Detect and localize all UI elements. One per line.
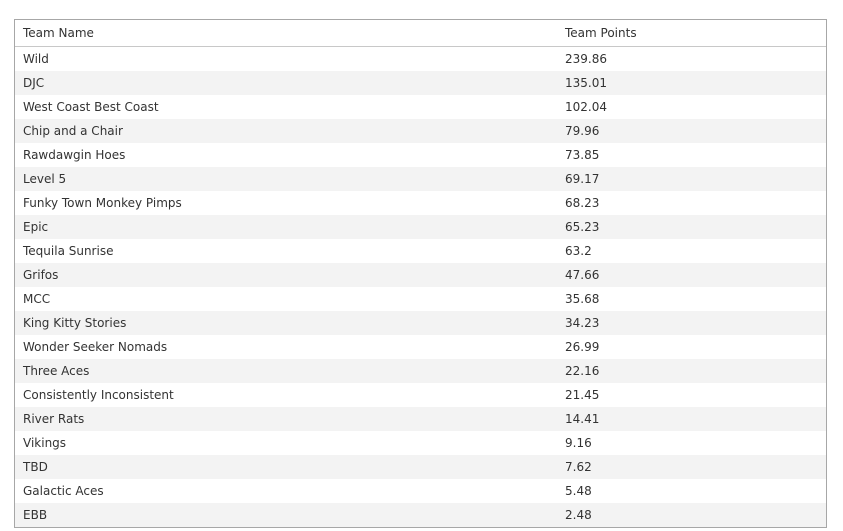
team-points-cell: 65.23: [557, 214, 826, 239]
team-points-cell: 47.66: [557, 262, 826, 287]
table-row: King Kitty Stories 34.23: [15, 310, 826, 335]
team-name-cell: Three Aces: [15, 358, 557, 383]
team-name-cell: Chip and a Chair: [15, 118, 557, 143]
team-name-cell: Vikings: [15, 430, 557, 455]
table-row: River Rats 14.41: [15, 406, 826, 431]
table-body: Wild 239.86 DJC 135.01 West Coast Best Coast…: [15, 46, 826, 527]
team-points-cell: 21.45: [557, 382, 826, 407]
table-row: Rawdawgin Hoes 73.85: [15, 142, 826, 167]
table-row: Wonder Seeker Nomads 26.99: [15, 334, 826, 359]
team-points-cell: 9.16: [557, 430, 826, 455]
team-points-cell: 239.86: [557, 46, 826, 71]
table-row: Funky Town Monkey Pimps 68.23: [15, 190, 826, 215]
team-name-cell: Funky Town Monkey Pimps: [15, 190, 557, 215]
team-points-cell: 14.41: [557, 406, 826, 431]
team-name-cell: West Coast Best Coast: [15, 94, 557, 119]
column-header-team-name[interactable]: Team Name: [15, 20, 557, 47]
table-row: Consistently Inconsistent 21.45: [15, 382, 826, 407]
table-row: DJC 135.01: [15, 70, 826, 95]
team-name-cell: DJC: [15, 70, 557, 95]
team-points-cell: 73.85: [557, 142, 826, 167]
team-points-cell: 7.62: [557, 454, 826, 479]
header-row: Team Name Team Points: [15, 20, 826, 47]
table-row: TBD 7.62: [15, 454, 826, 479]
table-row: Vikings 9.16: [15, 430, 826, 455]
team-name-cell: King Kitty Stories: [15, 310, 557, 335]
table-row: Level 5 69.17: [15, 166, 826, 191]
team-name-cell: Rawdawgin Hoes: [15, 142, 557, 167]
team-name-cell: TBD: [15, 454, 557, 479]
team-name-cell: Consistently Inconsistent: [15, 382, 557, 407]
team-points-cell: 79.96: [557, 118, 826, 143]
team-name-cell: Wild: [15, 46, 557, 71]
table-row: Chip and a Chair 79.96: [15, 118, 826, 143]
team-name-cell: Level 5: [15, 166, 557, 191]
team-name-cell: MCC: [15, 286, 557, 311]
table-row: Epic 65.23: [15, 214, 826, 239]
column-header-team-points[interactable]: Team Points: [557, 20, 826, 47]
team-points-cell: 63.2: [557, 238, 826, 263]
table-row: Wild 239.86: [15, 46, 826, 71]
team-name-cell: Grifos: [15, 262, 557, 287]
table-header: Team Name Team Points: [15, 20, 826, 47]
team-name-cell: Wonder Seeker Nomads: [15, 334, 557, 359]
table-row: Grifos 47.66: [15, 262, 826, 287]
team-points-cell: 69.17: [557, 166, 826, 191]
table-row: Galactic Aces 5.48: [15, 478, 826, 503]
team-name-cell: EBB: [15, 502, 557, 527]
team-points-cell: 34.23: [557, 310, 826, 335]
team-points-cell: 68.23: [557, 190, 826, 215]
team-points-cell: 35.68: [557, 286, 826, 311]
team-points-cell: 2.48: [557, 502, 826, 527]
team-points-cell: 5.48: [557, 478, 826, 503]
team-name-cell: Epic: [15, 214, 557, 239]
team-points-cell: 26.99: [557, 334, 826, 359]
table-row: West Coast Best Coast 102.04: [15, 94, 826, 119]
team-points-cell: 22.16: [557, 358, 826, 383]
team-name-cell: Tequila Sunrise: [15, 238, 557, 263]
team-points-table-frame: Team Name Team Points Wild 239.86 DJC 135.0…: [14, 19, 827, 528]
team-name-cell: Galactic Aces: [15, 478, 557, 503]
team-points-table: Team Name Team Points Wild 239.86 DJC 135.0…: [15, 20, 826, 527]
table-row: MCC 35.68: [15, 286, 826, 311]
table-row: EBB 2.48: [15, 502, 826, 527]
team-points-cell: 135.01: [557, 70, 826, 95]
table-row: Tequila Sunrise 63.2: [15, 238, 826, 263]
team-name-cell: River Rats: [15, 406, 557, 431]
table-row: Three Aces 22.16: [15, 358, 826, 383]
team-points-cell: 102.04: [557, 94, 826, 119]
